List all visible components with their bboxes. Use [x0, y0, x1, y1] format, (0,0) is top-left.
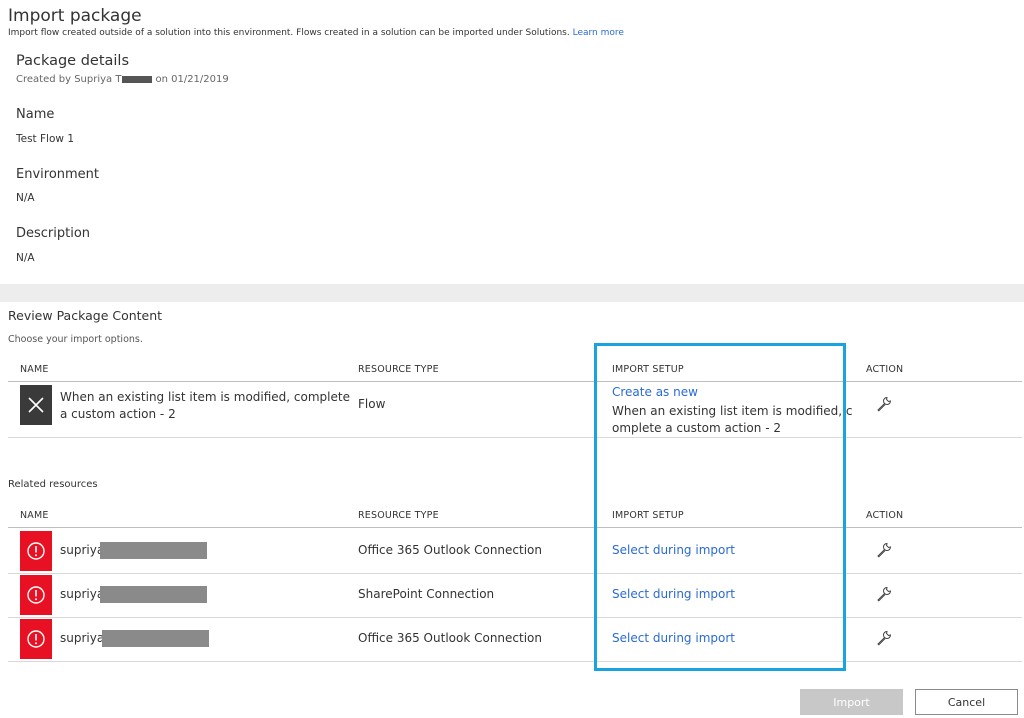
related-row-1-action-button[interactable] — [876, 542, 892, 562]
description-label: Description — [16, 226, 91, 241]
related-resources-title: Related resources — [8, 479, 98, 490]
close-icon — [28, 397, 44, 413]
related-row-1 — [20, 531, 52, 571]
related-column-header-action: ACTION — [866, 510, 904, 521]
page-subtitle-text: Import flow created outside of a solutio… — [8, 28, 570, 38]
wrench-icon — [877, 586, 892, 602]
related-row-2-type: SharePoint Connection — [358, 587, 495, 601]
error-icon — [27, 542, 45, 560]
wrench-icon — [877, 542, 892, 558]
error-tile — [20, 575, 52, 615]
package-details-heading: Package details — [16, 53, 130, 69]
related-header-divider — [8, 527, 1022, 528]
environment-value: N/A — [16, 192, 35, 204]
error-icon — [27, 586, 45, 604]
related-column-header-resource-type: RESOURCE TYPE — [358, 510, 439, 521]
related-row-2-action-button[interactable] — [876, 586, 892, 606]
column-header-action: ACTION — [866, 364, 904, 375]
table-header-divider — [8, 381, 1022, 382]
error-tile — [20, 619, 52, 659]
row-divider — [8, 617, 1022, 618]
section-divider — [0, 284, 1024, 302]
flow-icon-tile — [20, 385, 52, 425]
environment-label: Environment — [16, 167, 100, 182]
import-setup-highlight — [594, 343, 846, 671]
wrench-icon — [877, 396, 892, 412]
related-row-3 — [20, 619, 52, 659]
review-package-subtitle: Choose your import options. — [8, 334, 143, 345]
error-icon — [27, 630, 45, 648]
description-value: N/A — [16, 252, 35, 264]
row-divider — [8, 437, 1022, 438]
name-label: Name — [16, 107, 55, 122]
learn-more-link[interactable]: Learn more — [573, 28, 624, 38]
related-column-header-name: NAME — [20, 510, 49, 521]
flow-row — [20, 385, 52, 425]
redacted-account-name — [100, 586, 207, 603]
redacted-account-name — [100, 542, 207, 559]
related-row-1-type: Office 365 Outlook Connection — [358, 543, 542, 557]
flow-action-button[interactable] — [876, 396, 892, 416]
created-by-date: on 01/21/2019 — [155, 74, 229, 85]
row-divider — [8, 661, 1022, 662]
name-value: Test Flow 1 — [16, 133, 75, 145]
related-row-3-name: supriya — [60, 631, 105, 645]
import-button[interactable]: Import — [800, 689, 903, 715]
wrench-icon — [877, 630, 892, 646]
flow-name-line1: When an existing list item is modified, … — [60, 390, 350, 404]
review-package-title: Review Package Content — [8, 308, 163, 323]
column-header-resource-type: RESOURCE TYPE — [358, 364, 439, 375]
created-by-text: Created by Supriya T on 01/21/2019 — [16, 74, 229, 85]
related-row-3-action-button[interactable] — [876, 630, 892, 650]
related-row-1-name: supriya — [60, 543, 105, 557]
error-tile — [20, 531, 52, 571]
redacted-surname — [122, 75, 153, 83]
related-row-3-type: Office 365 Outlook Connection — [358, 631, 542, 645]
page-subtitle: Import flow created outside of a solutio… — [8, 28, 624, 38]
row-divider — [8, 573, 1022, 574]
flow-resource-type: Flow — [358, 397, 386, 411]
column-header-name: NAME — [20, 364, 49, 375]
created-by-prefix: Created by Supriya T — [16, 74, 122, 85]
related-row-2-name: supriya — [60, 587, 105, 601]
cancel-button[interactable]: Cancel — [915, 689, 1018, 715]
redacted-account-name — [102, 630, 209, 647]
related-row-2 — [20, 575, 52, 615]
page-title: Import package — [8, 6, 142, 26]
flow-name-line2: a custom action - 2 — [60, 407, 176, 421]
flow-name: When an existing list item is modified, … — [60, 389, 350, 423]
